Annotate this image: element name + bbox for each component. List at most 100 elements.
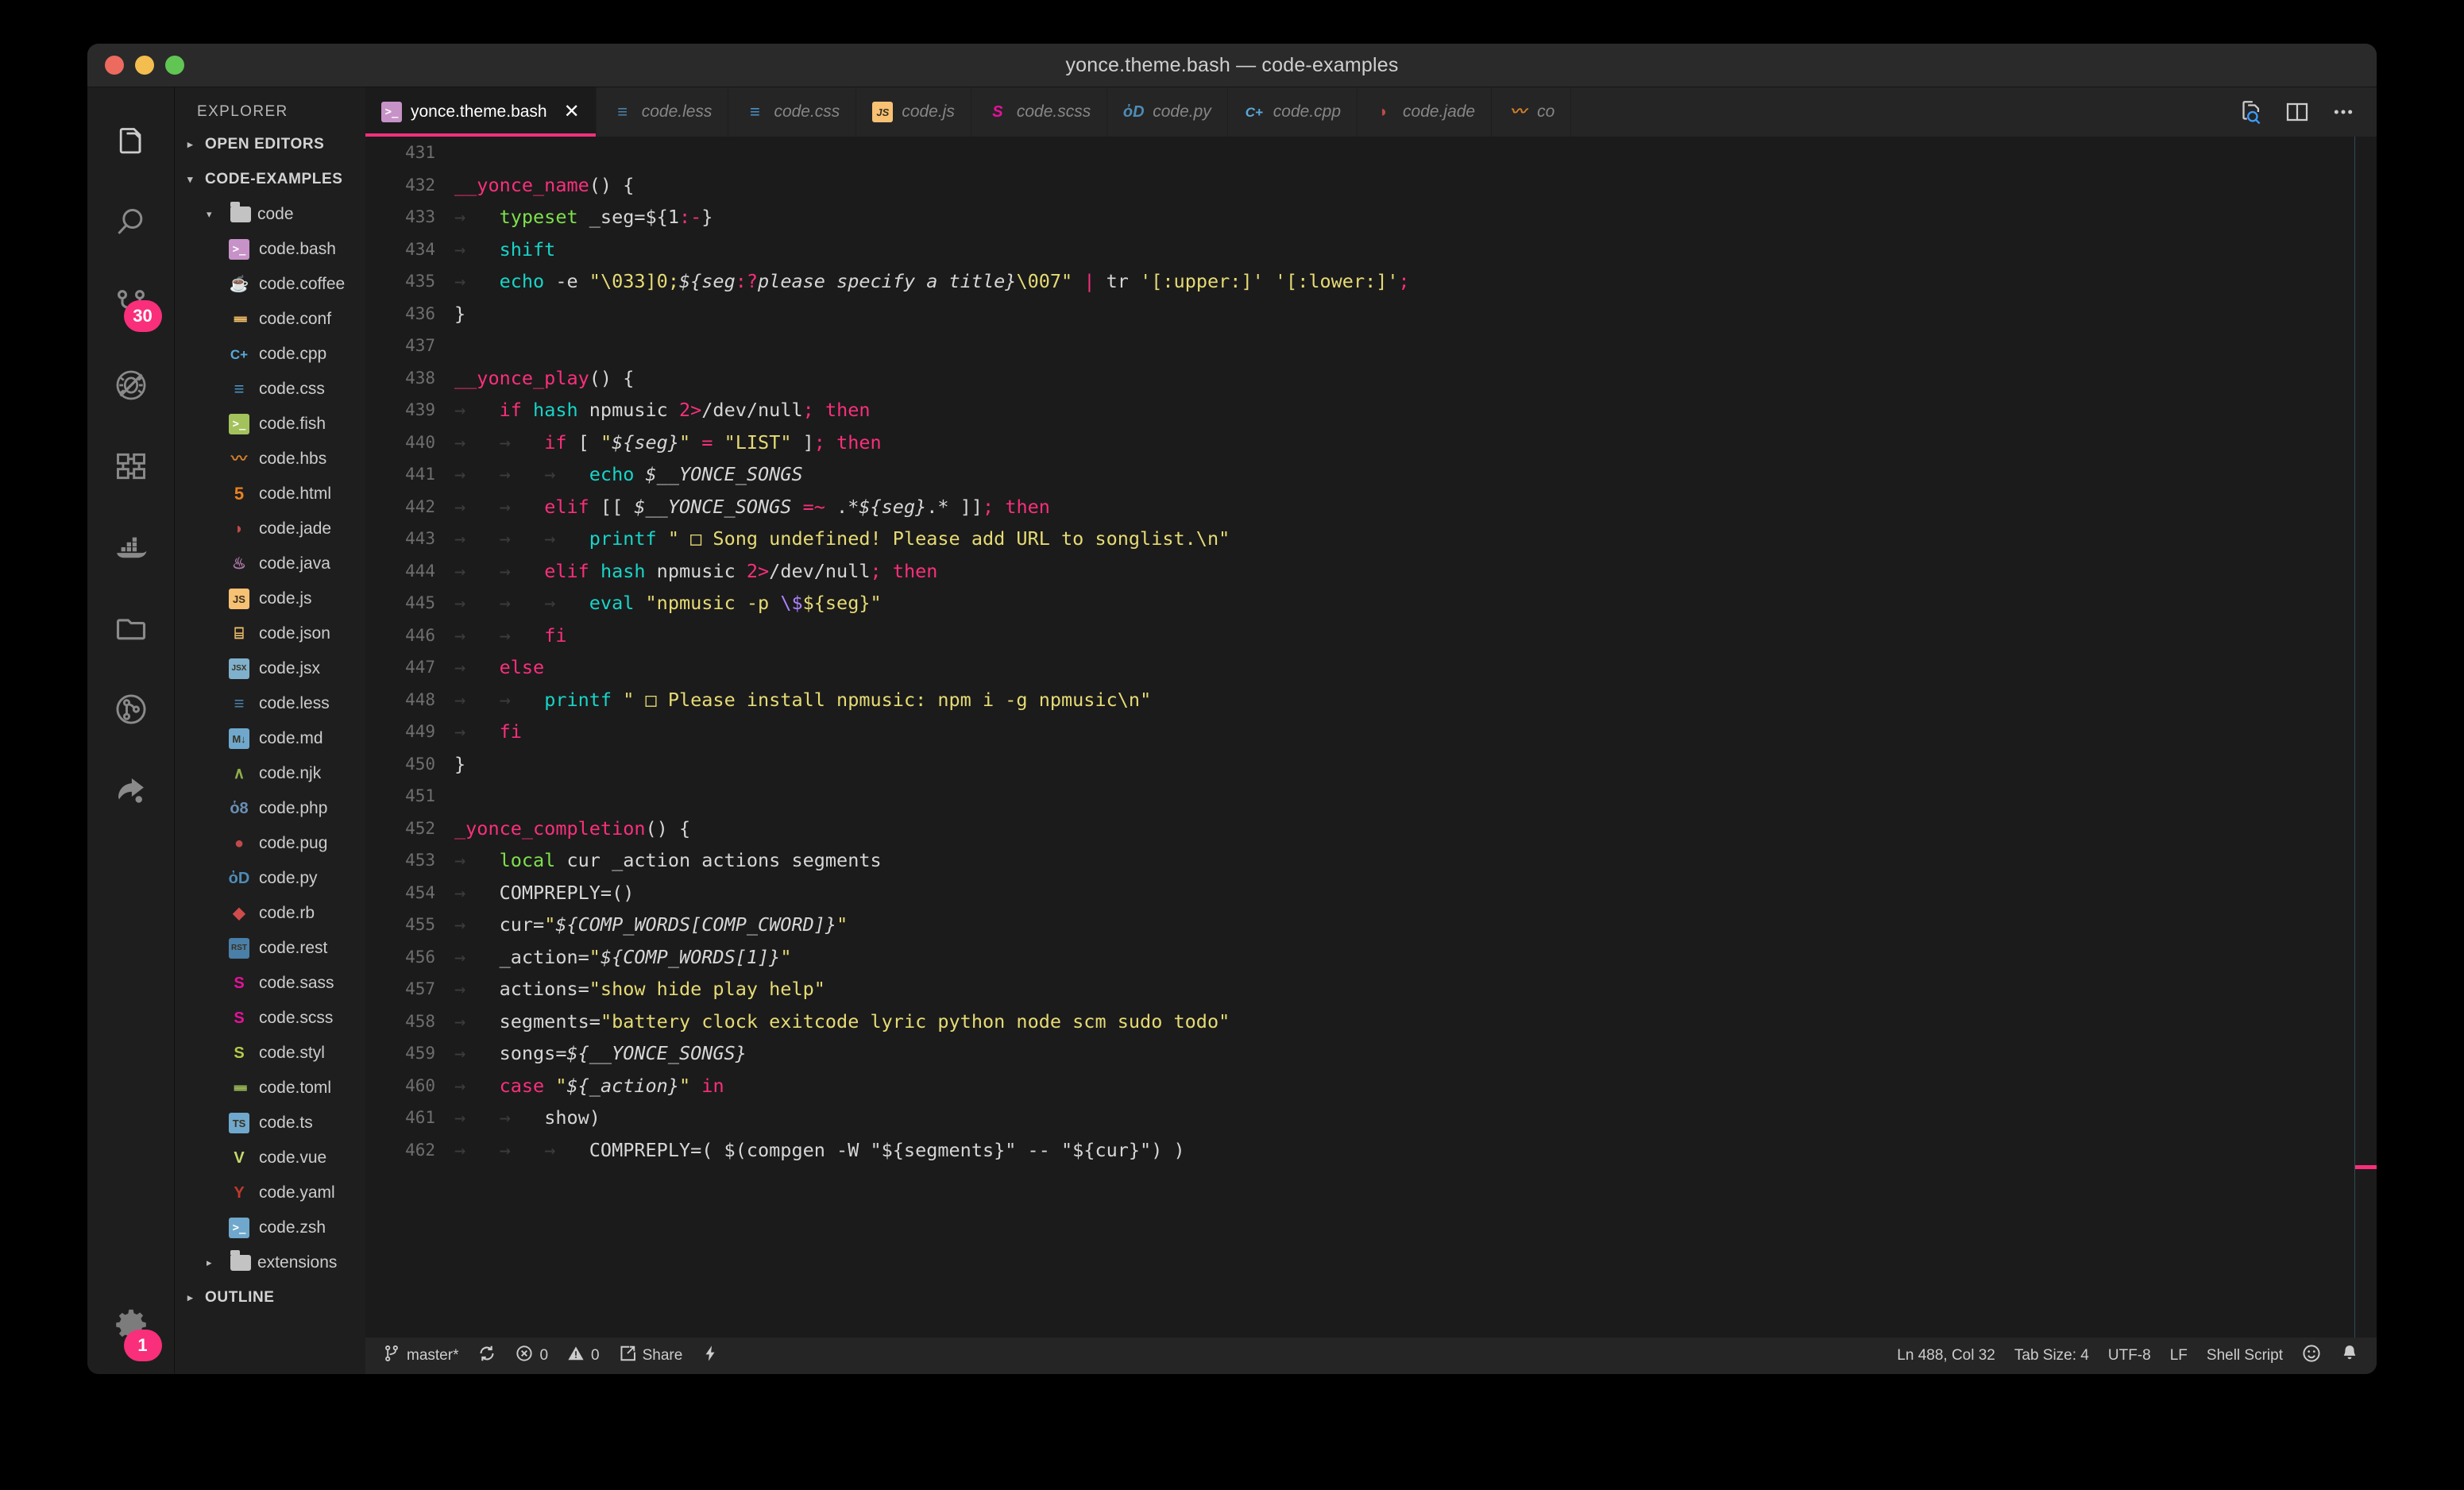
code-token: ${seg}	[612, 431, 679, 454]
status-sync[interactable]	[468, 1338, 506, 1374]
status-encoding[interactable]: UTF-8	[2099, 1347, 2161, 1365]
sidebar-section-code-examples[interactable]: CODE-EXAMPLES	[175, 162, 365, 197]
file-item-code-toml[interactable]: ⫴code.toml	[175, 1071, 365, 1106]
file-label: code.py	[259, 869, 318, 888]
tab-label: code.css	[774, 102, 840, 122]
file-item-code-bash[interactable]: >_code.bash	[175, 232, 365, 267]
minimize-window-button[interactable]	[135, 56, 154, 75]
status-notifications[interactable]	[2331, 1344, 2369, 1368]
file-item-code-css[interactable]: ≡code.css	[175, 372, 365, 407]
file-item-code-json[interactable]: ⌸code.json	[175, 616, 365, 651]
file-item-code-yaml[interactable]: Ycode.yaml	[175, 1175, 365, 1210]
file-item-code-styl[interactable]: Scode.styl	[175, 1036, 365, 1071]
file-item-code-java[interactable]: ♨code.java	[175, 546, 365, 581]
tree-folder-code[interactable]: code	[175, 197, 365, 232]
file-list: >_code.bash☕code.coffee⫴code.confC+code.…	[175, 232, 365, 1245]
file-item-code-sass[interactable]: Scode.sass	[175, 966, 365, 1001]
file-item-code-fish[interactable]: >_code.fish	[175, 407, 365, 442]
cpp-icon: C+	[229, 344, 249, 365]
overview-ruler[interactable]	[2354, 137, 2377, 1338]
activity-item-search[interactable]	[87, 183, 175, 264]
tab-code-py[interactable]: ὀDcode.py	[1107, 87, 1228, 137]
code-token: }	[701, 206, 713, 228]
status-bar: master*	[365, 1338, 2377, 1374]
code-token: →	[454, 656, 500, 678]
code-token: → →	[454, 496, 544, 518]
file-item-code-zsh[interactable]: >_code.zsh	[175, 1210, 365, 1245]
activity-item-manage[interactable]: 1	[87, 1293, 175, 1374]
tab-code-cpp[interactable]: C+code.cpp	[1228, 87, 1358, 137]
ellipsis-icon[interactable]	[2331, 99, 2356, 125]
file-item-code-md[interactable]: M↓code.md	[175, 721, 365, 756]
file-item-code-cpp[interactable]: C+code.cpp	[175, 337, 365, 372]
sync-icon	[477, 1344, 496, 1368]
file-item-code-scss[interactable]: Scode.scss	[175, 1001, 365, 1036]
file-label: code.zsh	[259, 1218, 326, 1237]
activity-item-project-manager[interactable]	[87, 588, 175, 669]
explorer-tree[interactable]: OPEN EDITORS CODE-EXAMPLES code >_code.b…	[175, 122, 365, 1374]
tab-code-jade[interactable]: ◗code.jade	[1358, 87, 1492, 137]
code-line: → cur="${COMP_WORDS[COMP_CWORD]}"	[454, 909, 2377, 941]
file-item-code-html[interactable]: 5code.html	[175, 477, 365, 511]
tab-code-css[interactable]: ≡ code.css	[728, 87, 856, 137]
file-item-code-njk[interactable]: ∧code.njk	[175, 756, 365, 791]
file-item-code-vue[interactable]: Vcode.vue	[175, 1141, 365, 1175]
tab-close-icon[interactable]: ✕	[564, 102, 580, 122]
tab-yonce-theme-bash[interactable]: >_yonce.theme.bash✕	[365, 87, 597, 137]
status-feedback[interactable]	[2292, 1344, 2331, 1368]
activity-item-git-graph[interactable]	[87, 669, 175, 750]
code-editor[interactable]: 4314324334344354364374384394404414424434…	[365, 137, 2377, 1338]
file-item-code-jsx[interactable]: JSXcode.jsx	[175, 651, 365, 686]
code-token	[713, 431, 724, 454]
file-item-code-hbs[interactable]: 〰code.hbs	[175, 442, 365, 477]
status-live-share[interactable]: Share	[609, 1338, 693, 1374]
activity-item-docker[interactable]	[87, 507, 175, 588]
file-item-code-js[interactable]: JScode.js	[175, 581, 365, 616]
code-token: "	[601, 431, 612, 454]
file-item-code-jade[interactable]: ◗code.jade	[175, 511, 365, 546]
line-number: 453	[365, 844, 435, 877]
close-window-button[interactable]	[105, 56, 124, 75]
status-tab-size[interactable]: Tab Size: 4	[2005, 1347, 2099, 1365]
terminal-icon: >_	[381, 102, 402, 122]
file-item-code-rest[interactable]: RSTcode.rest	[175, 931, 365, 966]
file-item-code-conf[interactable]: ⫴code.conf	[175, 302, 365, 337]
file-item-code-less[interactable]: ≡code.less	[175, 686, 365, 721]
line-number: 452	[365, 813, 435, 845]
file-label: code.rb	[259, 904, 315, 923]
code-token: ${seg}	[803, 592, 871, 614]
file-item-code-coffee[interactable]: ☕code.coffee	[175, 267, 365, 302]
status-branch[interactable]: master*	[373, 1338, 468, 1374]
tab-code-scss[interactable]: Scode.scss	[971, 87, 1107, 137]
status-warnings[interactable]: 0	[558, 1338, 609, 1374]
activity-item-live-share[interactable]	[87, 750, 175, 831]
file-item-code-py[interactable]: ὀDcode.py	[175, 861, 365, 896]
sidebar-section-open-editors[interactable]: OPEN EDITORS	[175, 127, 365, 162]
overview-cursor-marker	[2355, 1165, 2377, 1169]
file-item-code-pug[interactable]: ●code.pug	[175, 826, 365, 861]
file-item-code-rb[interactable]: ◆code.rb	[175, 896, 365, 931]
file-item-code-ts[interactable]: TScode.ts	[175, 1106, 365, 1141]
status-lightning[interactable]	[692, 1338, 728, 1374]
status-cursor-position[interactable]: Ln 488, Col 32	[1887, 1347, 2005, 1365]
activity-item-explorer[interactable]	[87, 102, 175, 183]
activity-item-run-and-debug[interactable]	[87, 345, 175, 426]
code-content[interactable]: __yonce_name() {→ typeset _seg=${1:-}→ s…	[453, 137, 2377, 1338]
status-errors[interactable]: 0	[506, 1338, 558, 1374]
css-icon: ≡	[744, 102, 765, 122]
split-editor-icon[interactable]	[2284, 99, 2310, 125]
code-token: .* ]]	[926, 496, 983, 518]
tab-code-js[interactable]: JScode.js	[856, 87, 971, 137]
sidebar-section-outline[interactable]: OUTLINE	[175, 1280, 365, 1315]
open-changes-icon[interactable]	[2237, 98, 2264, 125]
tab-code-less[interactable]: ≡code.less	[597, 87, 729, 137]
activity-item-source-control[interactable]: 30	[87, 264, 175, 345]
tab-co[interactable]: 〰co	[1492, 87, 1571, 137]
code-token: -e	[544, 270, 589, 292]
activity-item-remote-explorer[interactable]	[87, 426, 175, 507]
status-language-mode[interactable]: Shell Script	[2197, 1347, 2292, 1365]
zoom-window-button[interactable]	[165, 56, 184, 75]
status-eol[interactable]: LF	[2161, 1347, 2197, 1365]
tree-folder-extensions[interactable]: extensions	[175, 1245, 365, 1280]
file-item-code-php[interactable]: ὁ8code.php	[175, 791, 365, 826]
